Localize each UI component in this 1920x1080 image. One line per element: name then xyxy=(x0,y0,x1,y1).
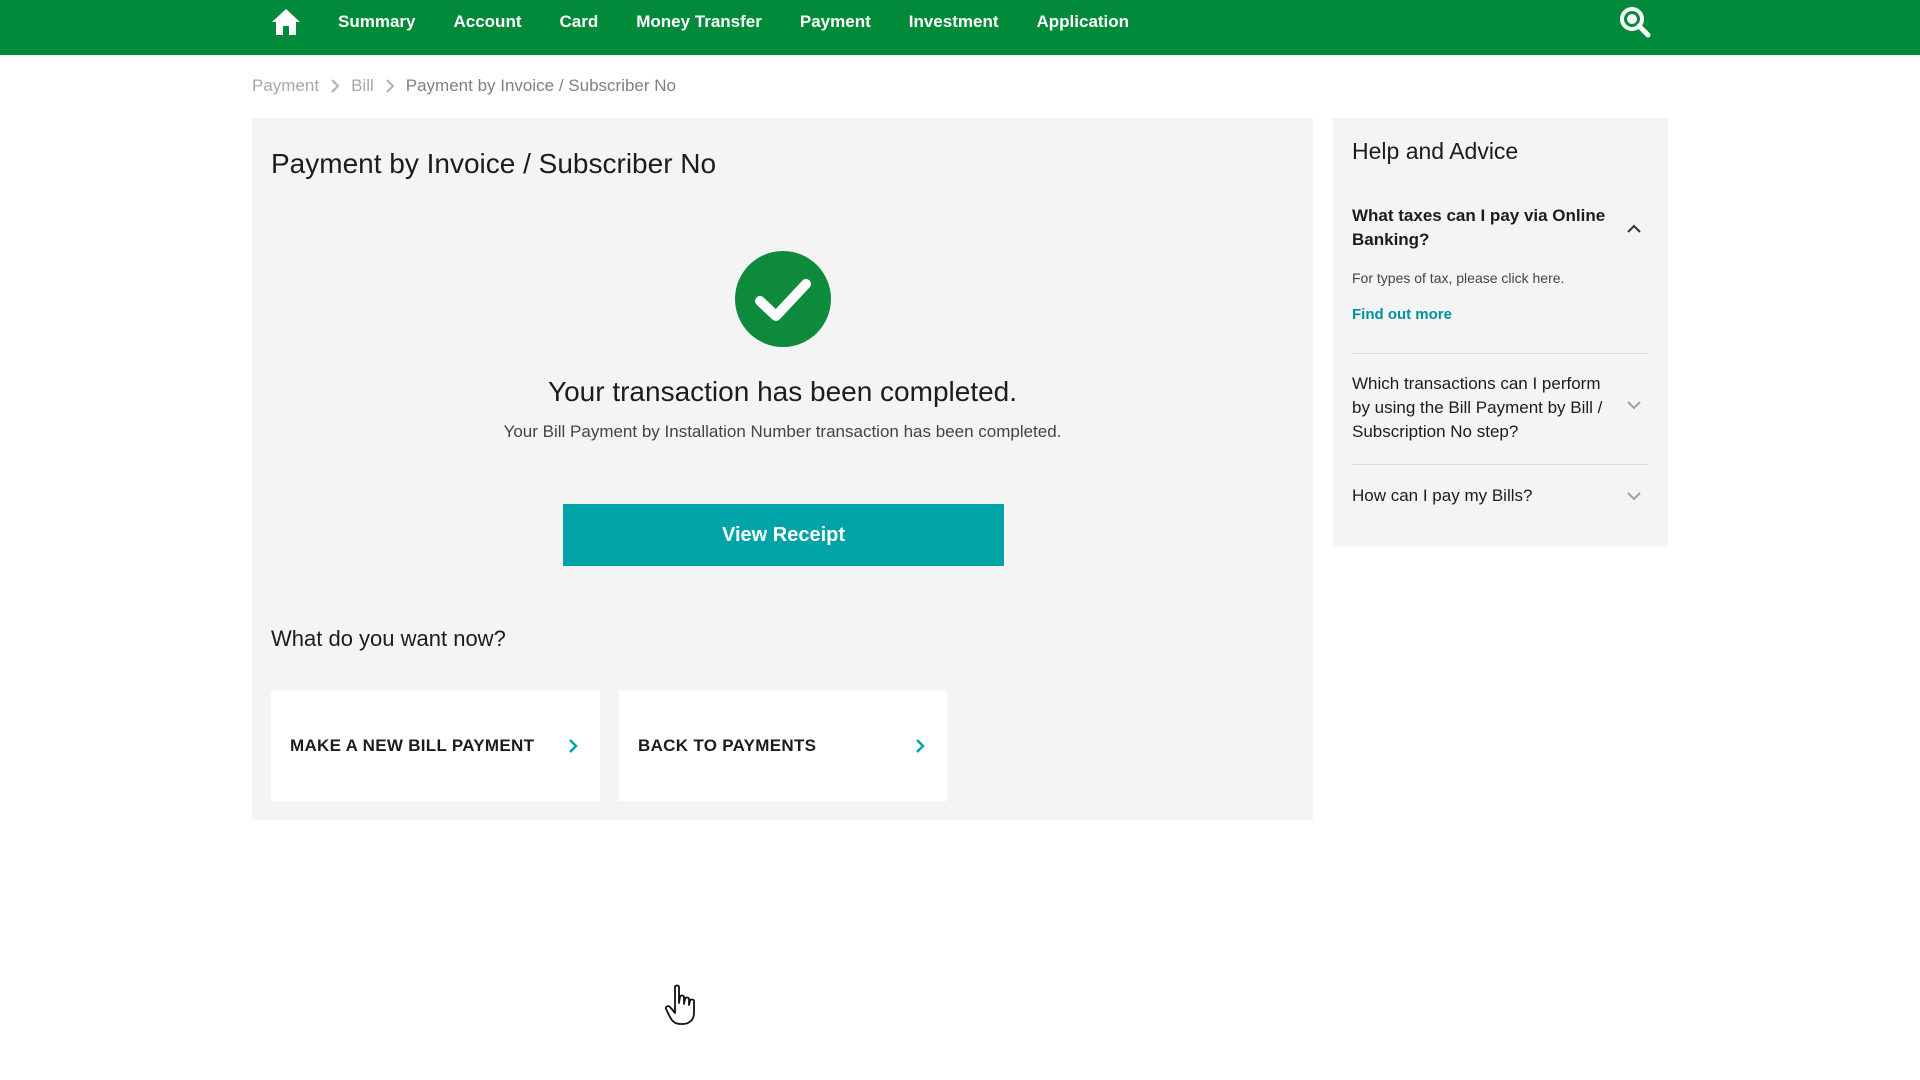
nav-item-card[interactable]: Card xyxy=(559,12,598,32)
new-bill-payment-label: MAKE A NEW BILL PAYMENT xyxy=(290,736,535,755)
new-bill-payment-card[interactable]: MAKE A NEW BILL PAYMENT xyxy=(271,691,600,801)
check-circle-icon xyxy=(734,250,832,348)
find-out-more-link[interactable]: Find out more xyxy=(1352,306,1649,323)
faq-question[interactable]: What taxes can I pay via Online Banking? xyxy=(1352,204,1622,252)
chevron-down-icon[interactable] xyxy=(1625,396,1643,414)
home-icon[interactable] xyxy=(270,7,302,37)
divider xyxy=(1352,464,1649,465)
nav-item-summary[interactable]: Summary xyxy=(338,12,415,32)
nav-item-application[interactable]: Application xyxy=(1037,12,1130,32)
faq-item-transactions: Which transactions can I perform by usin… xyxy=(1352,372,1649,444)
nav-item-investment[interactable]: Investment xyxy=(909,12,999,32)
chevron-right-icon xyxy=(911,737,929,755)
chevron-up-icon[interactable] xyxy=(1625,220,1643,238)
back-to-payments-card[interactable]: BACK TO PAYMENTS xyxy=(619,691,947,801)
view-receipt-button[interactable]: View Receipt xyxy=(563,504,1004,566)
search-icon[interactable] xyxy=(1618,5,1652,39)
chevron-down-icon[interactable] xyxy=(1625,487,1643,505)
success-title: Your transaction has been completed. xyxy=(547,376,1018,407)
chevron-right-icon xyxy=(380,76,400,96)
breadcrumb: Payment Bill Payment by Invoice / Subscr… xyxy=(252,76,676,96)
success-subtitle: Your Bill Payment by Installation Number… xyxy=(503,422,1062,441)
divider xyxy=(1352,353,1649,354)
breadcrumb-item-current: Payment by Invoice / Subscriber No xyxy=(405,76,676,95)
back-to-payments-label: BACK TO PAYMENTS xyxy=(638,736,817,755)
nav-item-money-transfer[interactable]: Money Transfer xyxy=(636,12,762,32)
chevron-right-icon xyxy=(325,76,345,96)
help-advice-panel: Help and Advice What taxes can I pay via… xyxy=(1333,118,1668,547)
main-menu: Summary Account Card Money Transfer Paym… xyxy=(338,0,1167,44)
help-title: Help and Advice xyxy=(1352,138,1519,164)
page-title: Payment by Invoice / Subscriber No xyxy=(271,148,717,179)
chevron-right-icon xyxy=(564,737,582,755)
next-steps-heading: What do you want now? xyxy=(271,626,506,651)
transaction-result-panel: Payment by Invoice / Subscriber No Your … xyxy=(252,118,1313,820)
faq-item-pay-bills: How can I pay my Bills? xyxy=(1352,484,1649,508)
faq-question[interactable]: How can I pay my Bills? xyxy=(1352,484,1622,508)
nav-item-account[interactable]: Account xyxy=(453,12,521,32)
faq-question[interactable]: Which transactions can I perform by usin… xyxy=(1352,372,1622,444)
faq-item-taxes: What taxes can I pay via Online Banking?… xyxy=(1352,204,1649,323)
top-navigation-bar: Summary Account Card Money Transfer Paym… xyxy=(0,0,1920,55)
nav-item-payment[interactable]: Payment xyxy=(800,12,871,32)
breadcrumb-item-bill[interactable]: Bill xyxy=(351,76,374,96)
faq-answer: For types of tax, please click here. xyxy=(1352,270,1565,286)
hand-cursor-icon xyxy=(664,983,698,1027)
breadcrumb-item-payment[interactable]: Payment xyxy=(252,76,319,96)
